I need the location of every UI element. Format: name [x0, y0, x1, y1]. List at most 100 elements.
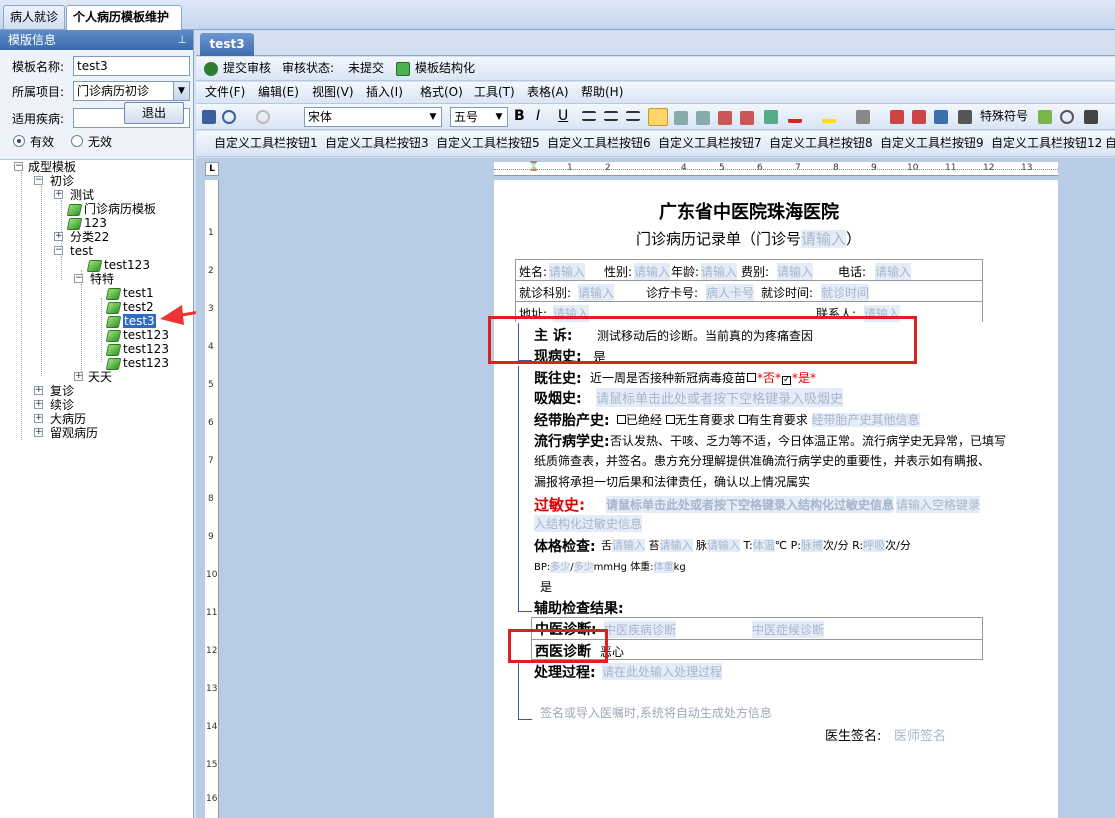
tree-root[interactable]: − 成型模板: [14, 160, 76, 174]
menu-help[interactable]: 帮助(H): [581, 82, 623, 102]
allergy-field-tail[interactable]: 请输入空格键录: [896, 496, 981, 513]
tab-test3[interactable]: test3: [200, 33, 254, 56]
justify-icon[interactable]: [648, 108, 668, 126]
bold-button[interactable]: B: [514, 104, 525, 128]
tree-item-fuzhen[interactable]: + 复诊: [34, 384, 74, 398]
treatment-field[interactable]: 请在此处输入处理过程: [602, 663, 723, 680]
allergy-field[interactable]: 请鼠标单击此处或者按下空格键录入结构化过敏史信息: [606, 496, 895, 513]
tree-item-chuzhen[interactable]: − 初诊: [34, 174, 74, 188]
dept-field[interactable]: 请输入: [578, 284, 614, 301]
menopause-checkbox[interactable]: [617, 415, 626, 424]
font-color-icon[interactable]: [788, 109, 802, 123]
ruler-corner[interactable]: L: [205, 162, 219, 176]
temp-field[interactable]: 体温: [752, 539, 775, 552]
checkbox-no[interactable]: [747, 373, 757, 382]
italic-button[interactable]: I: [536, 104, 540, 128]
align-center-icon[interactable]: [604, 111, 618, 121]
highlight-icon[interactable]: [822, 109, 836, 123]
project-select[interactable]: 门诊病历初诊 ▼: [73, 81, 190, 101]
visit-time-field[interactable]: 就诊时间: [821, 284, 870, 301]
pulse-field[interactable]: 请输入: [707, 539, 740, 552]
custom-button-8[interactable]: 自定义工具栏按钮8: [769, 131, 873, 155]
custom-button-3[interactable]: 自定义工具栏按钮3: [325, 131, 429, 155]
invalid-radio[interactable]: [71, 135, 83, 147]
align-left-icon[interactable]: [582, 111, 596, 121]
structure-button[interactable]: 模板结构化: [415, 57, 475, 79]
tree-item-123[interactable]: 123: [66, 216, 107, 230]
tree-item-test2[interactable]: test2: [105, 300, 154, 314]
tree-item-ceshi[interactable]: + 测试: [54, 188, 94, 202]
tree-item-test1[interactable]: test1: [105, 286, 154, 300]
age-field[interactable]: 请输入: [701, 263, 738, 280]
tcm-syndrome-field[interactable]: 中医症候诊断: [752, 621, 825, 638]
font-size-down-icon[interactable]: [912, 110, 926, 124]
fee-field[interactable]: 请输入: [777, 263, 814, 280]
align-right-icon[interactable]: [626, 111, 640, 121]
indent-increase-icon[interactable]: [740, 111, 754, 125]
pin-icon[interactable]: ⊥: [177, 30, 187, 50]
coating-field[interactable]: 请输入: [659, 539, 693, 552]
tab-patient-visit[interactable]: 病人就诊: [3, 5, 65, 29]
tree-item-fenlei[interactable]: + 分类22: [54, 230, 109, 244]
heart-rate-field[interactable]: 脉搏: [800, 539, 823, 552]
tree-item-dabingli[interactable]: + 大病历: [34, 412, 86, 426]
visit-number-field[interactable]: 请输入: [801, 230, 847, 248]
name-field[interactable]: 请输入: [549, 263, 585, 280]
tree-item-test123a[interactable]: test123: [86, 258, 150, 272]
no-fertility-checkbox[interactable]: [665, 415, 675, 424]
symbols-icon[interactable]: [958, 110, 972, 124]
tree-item-xuzhen[interactable]: + 续诊: [34, 398, 74, 412]
chevron-down-icon[interactable]: ▼: [425, 108, 441, 126]
tel-field[interactable]: 请输入: [875, 263, 912, 280]
menu-file[interactable]: 文件(F): [205, 82, 245, 102]
numbered-list-icon[interactable]: [696, 111, 710, 125]
custom-button-6[interactable]: 自定义工具栏按钮6: [547, 131, 651, 155]
tree-item-test3[interactable]: test3: [105, 314, 156, 328]
custom-button-9[interactable]: 自定义工具栏按钮9: [880, 131, 984, 155]
search-icon[interactable]: [1060, 110, 1074, 124]
special-symbol-button[interactable]: 特殊符号: [980, 104, 1028, 128]
tab-template-maintenance[interactable]: 个人病历模板维护: [66, 5, 182, 30]
epidemiology-line-3[interactable]: 漏报将承担一切后果和法律责任，确认以上情况属实: [534, 473, 810, 490]
tree-item-liuguan[interactable]: + 留观病历: [34, 426, 98, 440]
undo-icon[interactable]: [222, 110, 236, 124]
resp-field[interactable]: 呼吸: [863, 539, 886, 552]
tree-item-test[interactable]: − test: [54, 244, 93, 258]
chevron-down-icon[interactable]: ▼: [491, 108, 507, 126]
menu-tools[interactable]: 工具(T): [474, 82, 515, 102]
menu-view[interactable]: 视图(V): [312, 82, 354, 102]
tree-item-tete[interactable]: − 特特: [74, 272, 114, 286]
submit-audit-button[interactable]: 提交审核: [223, 57, 271, 79]
exit-button[interactable]: 退出: [124, 102, 184, 124]
checkbox-yes[interactable]: ✓: [782, 376, 792, 385]
custom-button-12[interactable]: 自定义工具栏按钮12: [991, 131, 1102, 155]
weight-field[interactable]: 体重: [653, 562, 674, 573]
exam-yes-value[interactable]: 是: [540, 578, 552, 595]
font-size-up-icon[interactable]: [890, 110, 904, 124]
menu-table[interactable]: 表格(A): [527, 82, 569, 102]
doctor-signature-field[interactable]: 医师签名: [894, 725, 946, 744]
tree-item-tiantian[interactable]: + 天天: [74, 370, 112, 384]
list-icon[interactable]: [674, 111, 688, 125]
tree-item-mz-template[interactable]: 门诊病历模板: [66, 202, 156, 216]
image-icon[interactable]: [934, 110, 948, 124]
chevron-down-icon[interactable]: ▼: [173, 82, 189, 100]
smoking-field[interactable]: 请鼠标单击此处或者按下空格键录入吸烟史: [596, 388, 844, 407]
bp-systolic-field[interactable]: 多少: [550, 562, 571, 573]
bp-diastolic-field[interactable]: 多少: [573, 562, 594, 573]
allergy-field-line-2[interactable]: 入结构化过敏史信息: [534, 515, 643, 532]
menu-insert[interactable]: 插入(I): [366, 82, 403, 102]
template-name-input[interactable]: test3: [73, 56, 190, 76]
sex-field[interactable]: 请输入: [634, 263, 671, 280]
menu-format[interactable]: 格式(O): [420, 82, 463, 102]
brush-icon[interactable]: [764, 110, 778, 124]
custom-button-7[interactable]: 自定义工具栏按钮7: [658, 131, 762, 155]
font-select[interactable]: 宋体 ▼: [304, 107, 442, 127]
epidemiology-line-1[interactable]: 否认发热、干咳、乏力等不适，今日体温正常。流行病学史无异常，已填写: [610, 432, 1006, 449]
save-icon[interactable]: [202, 110, 216, 124]
custom-button-5[interactable]: 自定义工具栏按钮5: [436, 131, 540, 155]
tree-item-test123d[interactable]: test123: [105, 356, 169, 370]
tcm-disease-field[interactable]: 中医疾病诊断: [604, 621, 677, 638]
menses-other-field[interactable]: 经带胎产史其他信息: [811, 413, 920, 427]
border-icon[interactable]: [856, 110, 870, 124]
